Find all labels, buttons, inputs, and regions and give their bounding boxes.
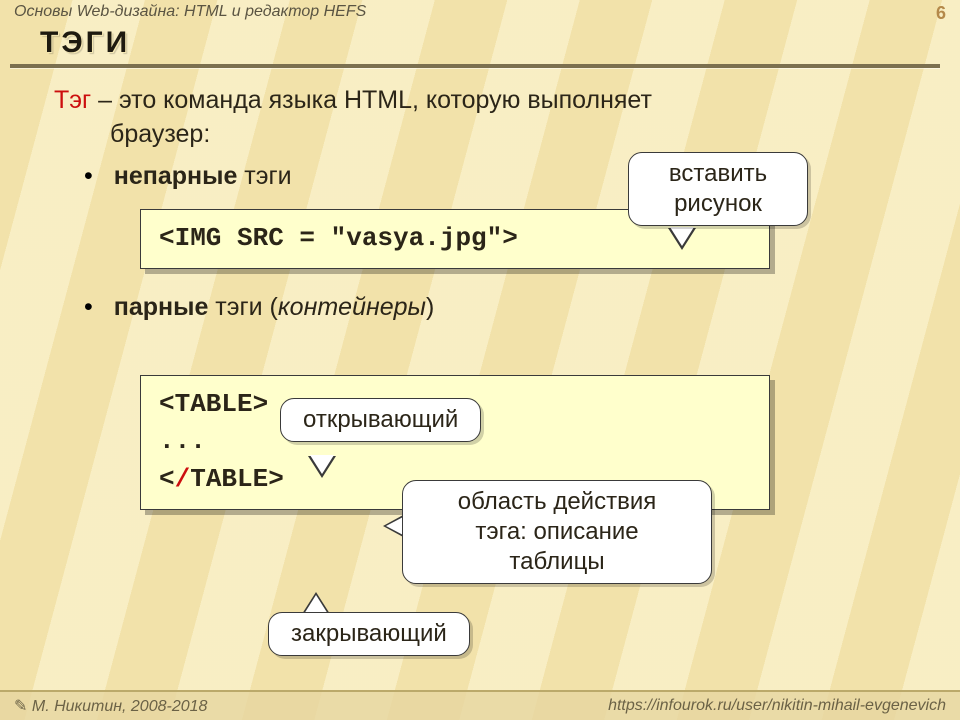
- bullet-paired: парные тэги (контейнеры): [54, 291, 920, 325]
- footer-author: М. Никитин, 2008-2018: [14, 696, 207, 716]
- callout-scope: область действия тэга: описание таблицы: [402, 480, 712, 584]
- bullet-paired-rest: тэги (: [208, 293, 278, 321]
- callout-scope-l1: область действия: [458, 488, 656, 515]
- callout-insert-image: вставить рисунок: [628, 152, 808, 226]
- breadcrumb: Основы Web-дизайна: HTML и редактор HEFS: [14, 3, 366, 26]
- code-table-close-rest: TABLE>: [190, 464, 284, 494]
- bullet-paired-close: ): [426, 293, 434, 321]
- callout-scope-l2: тэга: описание: [475, 518, 638, 545]
- callout-scope-l3: таблицы: [509, 548, 604, 575]
- intro-text-1: это команда языка HTML, которую выполняе…: [119, 86, 652, 114]
- callout-opening: открывающий: [280, 398, 481, 442]
- bullet-unpaired-rest: тэги: [237, 162, 291, 190]
- code-table-mid: ...: [159, 426, 206, 456]
- callout-insert-l2: рисунок: [674, 190, 762, 217]
- bullet-paired-bold: парные: [114, 293, 209, 321]
- intro-dash: –: [91, 86, 119, 114]
- callout-opening-tail: [308, 456, 336, 478]
- callout-closing: закрывающий: [268, 612, 470, 656]
- callout-closing-tail: [302, 592, 330, 614]
- page-title: ТЭГИ: [40, 26, 960, 60]
- term-tag: Тэг: [54, 86, 91, 114]
- bullet-paired-ital: контейнеры: [278, 293, 426, 321]
- code-table-slash: /: [175, 464, 191, 494]
- callout-insert-l1: вставить: [669, 160, 767, 187]
- page-number: 6: [936, 3, 946, 26]
- intro-line-2: браузер:: [54, 118, 920, 152]
- callout-insert-tail: [668, 228, 696, 250]
- code-table-close-lt: <: [159, 464, 175, 494]
- footer-url: https://infourok.ru/user/nikitin-mihail-…: [608, 697, 946, 715]
- code-table-open: <TABLE>: [159, 389, 268, 419]
- intro-line-1: Тэг – это команда языка HTML, которую вы…: [54, 84, 920, 118]
- bullet-unpaired-bold: непарные: [114, 162, 238, 190]
